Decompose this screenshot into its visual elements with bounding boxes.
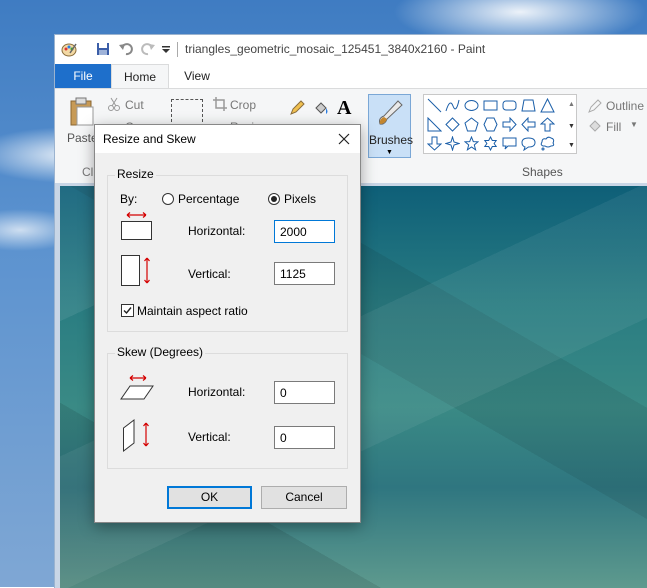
curve-shape-icon[interactable]: [445, 98, 460, 113]
percentage-label[interactable]: Percentage: [178, 192, 239, 206]
skew-horizontal-icon: [120, 374, 156, 407]
dialog-title-bar: Resize and Skew: [95, 125, 360, 153]
fill-bucket-icon[interactable]: [313, 100, 329, 119]
pixels-radio[interactable]: [268, 193, 280, 205]
shapes-gallery: [423, 94, 577, 154]
brushes-label: Brushes: [369, 133, 414, 147]
toolbar-separator: [177, 42, 178, 57]
resize-vertical-icon: [120, 254, 154, 291]
save-icon[interactable]: [95, 41, 111, 57]
left-arrow-shape-icon[interactable]: [521, 116, 536, 133]
window-title: triangles_geometric_mosaic_125451_3840x2…: [185, 42, 486, 56]
scroll-up-icon[interactable]: ▲: [568, 101, 575, 108]
title-bar: triangles_geometric_mosaic_125451_3840x2…: [55, 35, 647, 64]
brushes-button[interactable]: Brushes ▼: [368, 94, 414, 158]
skew-legend: Skew (Degrees): [115, 345, 206, 359]
fill-dropdown-icon[interactable]: ▼: [630, 120, 638, 129]
skew-vertical-input[interactable]: 0: [274, 426, 335, 449]
tab-file[interactable]: File: [55, 64, 111, 88]
crop-label[interactable]: Crop: [230, 98, 256, 112]
brush-icon: [376, 98, 404, 131]
outline-icon[interactable]: [588, 99, 602, 116]
select-icon[interactable]: [171, 99, 203, 127]
fill-label[interactable]: Fill: [606, 120, 621, 134]
undo-icon[interactable]: [118, 41, 134, 57]
chevron-down-icon: ▼: [386, 149, 393, 156]
fill-icon[interactable]: [588, 119, 602, 136]
polygon-shape-icon[interactable]: [521, 98, 536, 113]
cloud-callout-shape-icon[interactable]: [540, 136, 555, 151]
diamond-shape-icon[interactable]: [445, 117, 460, 132]
tab-view[interactable]: View: [173, 64, 221, 88]
skew-horizontal-label: Horizontal:: [188, 385, 246, 399]
pixels-label[interactable]: Pixels: [284, 192, 316, 206]
paint-app-icon[interactable]: [61, 41, 77, 57]
pencil-icon[interactable]: [289, 100, 305, 119]
right-arrow-shape-icon[interactable]: [502, 116, 517, 133]
down-arrow-shape-icon[interactable]: [426, 136, 443, 151]
redo-icon[interactable]: [140, 41, 156, 57]
pentagon-shape-icon[interactable]: [464, 117, 479, 132]
up-arrow-shape-icon[interactable]: [539, 117, 556, 132]
resize-legend: Resize: [115, 167, 156, 181]
shapes-group-label: Shapes: [522, 165, 563, 179]
resize-vertical-input[interactable]: 1125: [274, 262, 335, 285]
maintain-aspect-label[interactable]: Maintain aspect ratio: [137, 304, 248, 318]
oval-shape-icon[interactable]: [464, 98, 479, 113]
text-tool-icon[interactable]: A: [337, 97, 351, 120]
expand-gallery-icon[interactable]: ▼: [568, 142, 575, 149]
skew-vertical-label: Vertical:: [188, 430, 231, 444]
resize-horizontal-icon: [120, 211, 154, 244]
percentage-radio[interactable]: [162, 193, 174, 205]
paste-icon[interactable]: [69, 97, 95, 130]
hexagon-shape-icon[interactable]: [483, 117, 498, 132]
rectangle-shape-icon[interactable]: [483, 98, 498, 113]
resize-horizontal-label: Horizontal:: [188, 224, 246, 238]
oval-callout-shape-icon[interactable]: [521, 136, 536, 152]
ok-button[interactable]: OK: [167, 486, 252, 509]
crop-icon[interactable]: [213, 97, 227, 114]
right-triangle-shape-icon[interactable]: [427, 116, 443, 132]
resize-group: Resize By: Percentage Pixels Horizontal:…: [107, 167, 348, 332]
cut-label[interactable]: Cut: [125, 98, 144, 112]
resize-skew-dialog: Resize and Skew Resize By: Percentage Pi…: [94, 124, 361, 523]
resize-vertical-label: Vertical:: [188, 267, 231, 281]
resize-horizontal-input[interactable]: 2000: [274, 220, 335, 243]
four-point-star-shape-icon[interactable]: [444, 135, 461, 152]
cancel-button[interactable]: Cancel: [261, 486, 347, 509]
rounded-rectangle-shape-icon[interactable]: [502, 98, 517, 113]
line-shape-icon[interactable]: [427, 98, 442, 113]
scroll-down-icon[interactable]: ▼: [568, 123, 575, 130]
outline-label[interactable]: Outline: [606, 99, 644, 113]
rectangular-callout-shape-icon[interactable]: [502, 136, 517, 151]
dialog-title: Resize and Skew: [103, 132, 196, 146]
tab-home[interactable]: Home: [111, 64, 169, 88]
ribbon-tabs: File Home View: [55, 64, 647, 88]
skew-group: Skew (Degrees) Horizontal: 0 Vertical: 0: [107, 345, 348, 469]
six-point-star-shape-icon[interactable]: [483, 135, 498, 152]
skew-vertical-icon: [122, 418, 156, 455]
maintain-aspect-checkbox[interactable]: [121, 304, 134, 317]
cut-icon[interactable]: [107, 97, 121, 114]
skew-horizontal-input[interactable]: 0: [274, 381, 335, 404]
triangle-shape-icon[interactable]: [540, 97, 555, 113]
close-icon[interactable]: [334, 129, 354, 149]
five-point-star-shape-icon[interactable]: [463, 135, 480, 151]
customize-toolbar-icon[interactable]: [160, 41, 176, 57]
by-label: By:: [120, 192, 138, 206]
